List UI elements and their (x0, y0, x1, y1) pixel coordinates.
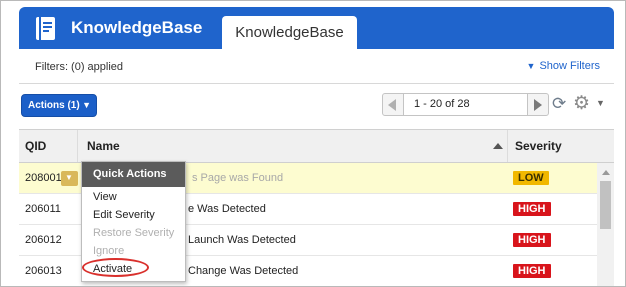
filter-bar: Filters: (0) applied ▼ Show Filters (19, 49, 614, 84)
column-header-name[interactable]: Name (77, 130, 507, 162)
highlight-circle (82, 258, 149, 277)
app-title: KnowledgeBase (71, 18, 203, 37)
row-qid: 206011 (25, 203, 61, 215)
filters-applied-text: Filters: (0) applied (35, 61, 124, 73)
row-name: e Was Detected (188, 203, 266, 215)
show-filters-link[interactable]: ▼ Show Filters (527, 60, 600, 72)
severity-badge: HIGH (513, 233, 551, 247)
severity-badge: HIGH (513, 202, 551, 216)
actions-button-label: Actions (1) (28, 100, 80, 111)
prev-page-icon (388, 99, 396, 111)
row-qid: 206012 (25, 234, 62, 246)
table-header: QID Name Severity (19, 130, 614, 163)
menu-item-restore-severity: Restore Severity (93, 227, 175, 239)
column-header-severity[interactable]: Severity (507, 130, 597, 162)
refresh-icon[interactable]: ⟳ (552, 95, 566, 113)
sort-ascending-icon[interactable] (493, 143, 503, 149)
vertical-scrollbar[interactable] (597, 163, 614, 286)
row-name: s Page was Found (192, 172, 284, 184)
pagination: 1 - 20 of 28 (382, 93, 549, 117)
severity-badge: HIGH (513, 264, 551, 278)
scrollbar-thumb[interactable] (600, 181, 611, 229)
chevron-down-icon: ▼ (82, 100, 91, 110)
column-header-qid[interactable]: QID (19, 130, 77, 162)
toolbar: Actions (1) ▼ 1 - 20 of 28 ⟳ ⚙ ▼ (19, 85, 614, 125)
chevron-down-icon: ▼ (526, 61, 536, 71)
chevron-down-icon[interactable]: ▼ (596, 98, 605, 108)
next-page-button[interactable] (527, 93, 549, 116)
row-actions-dropdown[interactable]: ▼ (61, 171, 78, 186)
row-name: Change Was Detected (188, 265, 299, 277)
gear-icon[interactable]: ⚙ (573, 94, 590, 114)
scroll-up-icon[interactable] (602, 170, 610, 175)
row-qid: 208001 (25, 172, 62, 184)
prev-page-button[interactable] (382, 93, 404, 116)
menu-item-ignore: Ignore (93, 245, 125, 257)
row-name: Launch Was Detected (188, 234, 296, 246)
page-range: 1 - 20 of 28 (404, 93, 527, 116)
menu-item-edit-severity[interactable]: Edit Severity (93, 209, 155, 221)
chevron-down-icon: ▼ (65, 173, 73, 182)
show-filters-label: Show Filters (539, 60, 600, 72)
row-qid: 206013 (25, 265, 62, 277)
book-icon (36, 17, 55, 40)
app-window: KnowledgeBase KnowledgeBase Filters: (0)… (0, 0, 626, 287)
severity-badge: LOW (513, 171, 549, 185)
tab-knowledgebase[interactable]: KnowledgeBase (222, 16, 357, 49)
next-page-icon (534, 99, 542, 111)
app-header: KnowledgeBase KnowledgeBase (19, 7, 614, 49)
quick-actions-title: Quick Actions (82, 162, 185, 187)
menu-item-view[interactable]: View (93, 191, 117, 203)
actions-button[interactable]: Actions (1) ▼ (21, 94, 97, 117)
